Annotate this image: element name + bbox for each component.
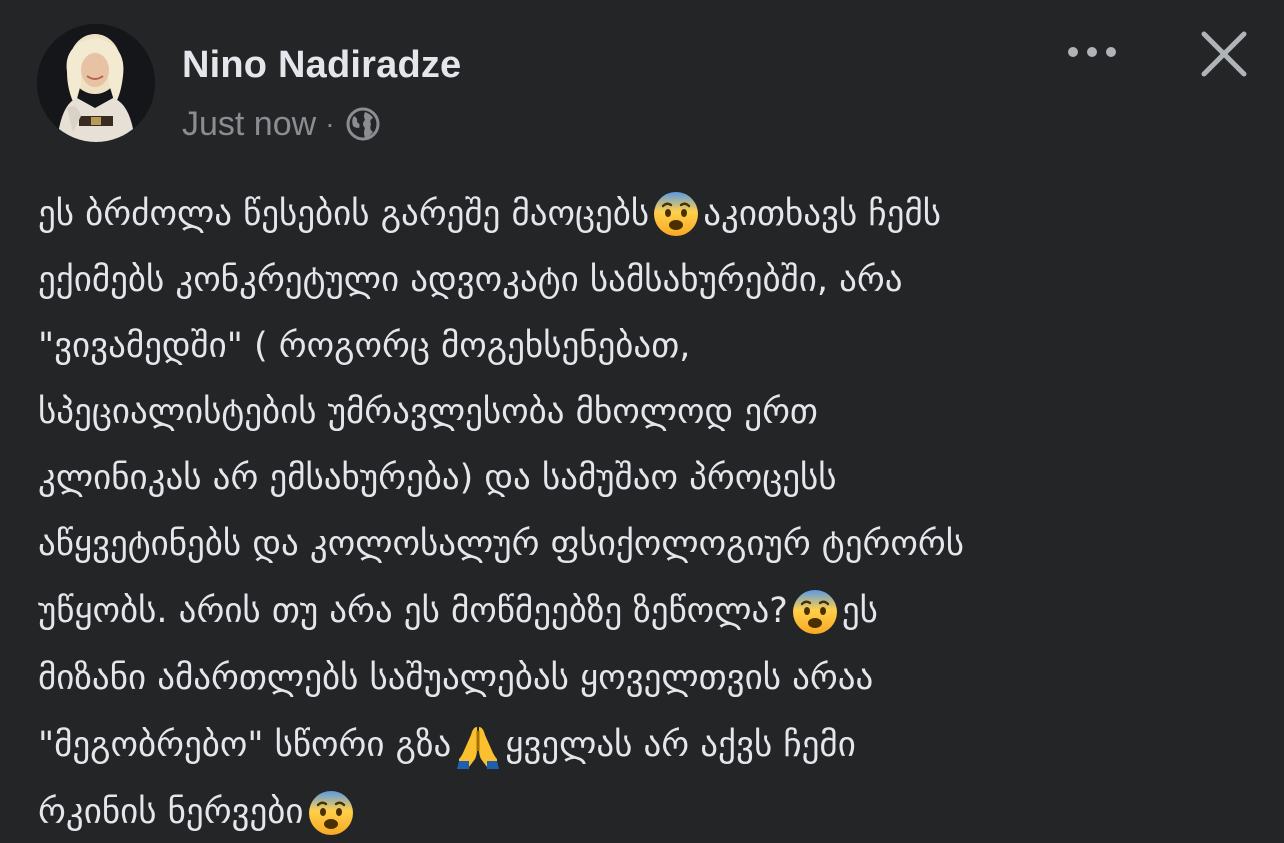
fearful-face-emoji <box>790 587 840 637</box>
post-text-segment: რკინის ნერვები <box>38 792 304 832</box>
post-text-line: კლინიკას არ ემსახურება) და სამუშაო პროცე… <box>38 458 837 498</box>
post-text-line: "მეგობრებო" სწორი გზა ყველას არ აქვს ჩემ… <box>38 712 1268 779</box>
post-meta: Just now · <box>182 104 381 144</box>
globe-icon[interactable] <box>345 106 381 142</box>
author-name[interactable]: Nino Nadiradze <box>182 42 461 88</box>
post-viewer: Nino Nadiradze Just now · ეს ბრძოლა წესე… <box>0 0 1284 843</box>
post-text-segment: ეს <box>841 591 878 631</box>
fearful-face-emoji <box>651 189 701 239</box>
post-text: ეს ბრძოლა წესების გარეშე მაოცებს აკითხავ… <box>38 181 1268 843</box>
post-text-line: ექიმებს კონკრეტული ადვოკატი სამსახურებში… <box>38 260 903 300</box>
fearful-face-emoji <box>306 788 356 838</box>
folded-hands-emoji <box>453 721 503 771</box>
post-text-segment: ყველას არ აქვს ჩემი <box>505 725 856 765</box>
post-text-segment: უწყობს. არის თუ არა ეს მოწმეებზე ზეწოლა? <box>38 591 788 631</box>
post-text-line: უწყობს. არის თუ არა ეს მოწმეებზე ზეწოლა? <box>38 578 1268 645</box>
more-options-icon <box>1068 47 1116 57</box>
post-text-line: აწყვეტინებს და კოლოსალურ ფსიქოლოგიურ ტერ… <box>38 524 964 564</box>
post-text-segment: აკითხავს ჩემს <box>703 194 942 234</box>
post-text-line: მიზანი ამართლებს საშუალებას ყოველთვის არ… <box>38 658 874 698</box>
close-icon <box>1201 31 1247 77</box>
author-avatar[interactable] <box>37 24 155 142</box>
post-text-line: რკინის ნერვები <box>38 779 1268 843</box>
post-text-segment: "მეგობრებო" სწორი გზა <box>38 725 452 765</box>
meta-separator: · <box>325 108 335 139</box>
post-text-line: "ვივამედში" ( როგორც მოგეხსენებათ, <box>38 326 691 366</box>
post-text-line: სპეციალისტების უმრავლესობა მხოლოდ ერთ <box>38 392 818 432</box>
close-button[interactable] <box>1196 26 1252 82</box>
profile-photo <box>37 24 155 142</box>
more-options-button[interactable] <box>1062 34 1122 70</box>
post-timestamp[interactable]: Just now <box>182 105 316 144</box>
post-text-segment: ეს ბრძოლა წესების გარეშე მაოცებს <box>38 194 650 234</box>
post-text-line: ეს ბრძოლა წესების გარეშე მაოცებს აკითხავ… <box>38 181 1268 247</box>
